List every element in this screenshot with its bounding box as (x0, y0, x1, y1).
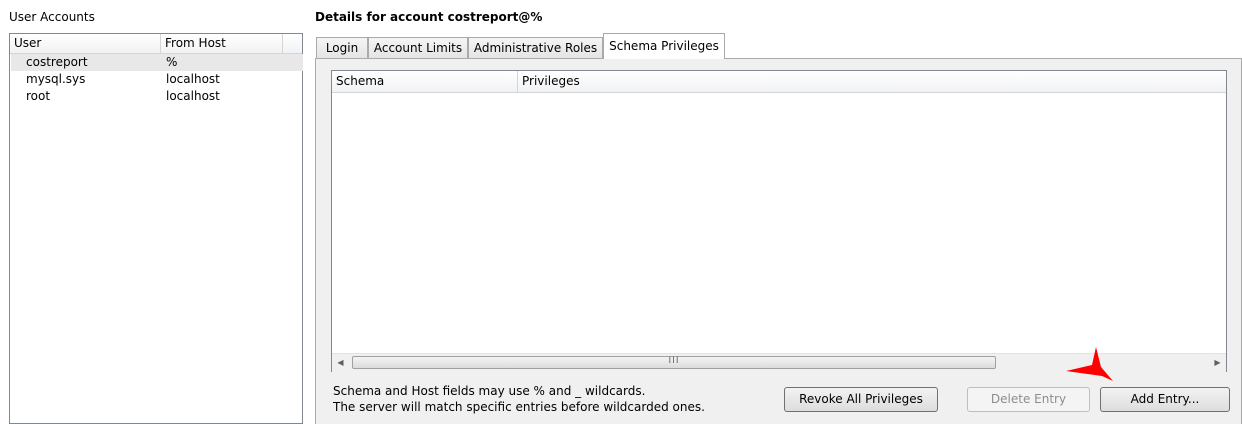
user-row[interactable]: costreport % (11, 54, 303, 71)
column-header-schema[interactable]: Schema (332, 71, 518, 92)
annotation-arrow-icon (1066, 347, 1113, 381)
revoke-all-privileges-button[interactable]: Revoke All Privileges (784, 387, 938, 412)
user-name: root (26, 89, 51, 103)
user-name: costreport (26, 55, 88, 69)
tab-schema-privileges[interactable]: Schema Privileges (603, 33, 725, 59)
user-host: % (166, 55, 178, 69)
scroll-thumb[interactable]: III (352, 356, 996, 369)
column-header-from-host[interactable]: From Host (161, 34, 283, 53)
scroll-left-icon[interactable]: ◀ (332, 354, 349, 372)
tab-administrative-roles[interactable]: Administrative Roles (468, 37, 603, 58)
wildcard-info-text-2: The server will match specific entries b… (333, 400, 705, 414)
user-host: localhost (166, 89, 220, 103)
tab-account-limits[interactable]: Account Limits (368, 37, 468, 58)
user-name: mysql.sys (26, 72, 86, 86)
schema-privileges-table[interactable]: Schema Privileges ◀ III ▶ (331, 70, 1227, 372)
user-host: localhost (166, 72, 220, 86)
column-header-user[interactable]: User (10, 34, 161, 53)
user-row[interactable]: root localhost (11, 88, 303, 105)
delete-entry-button[interactable]: Delete Entry (967, 387, 1090, 412)
user-list-header: User From Host (10, 34, 302, 54)
scroll-grip-icon: III (668, 356, 680, 366)
scroll-right-icon[interactable]: ▶ (1209, 354, 1226, 372)
wildcard-info-text: Schema and Host fields may use % and _ w… (333, 384, 646, 398)
tab-login[interactable]: Login (316, 37, 368, 58)
user-accounts-list[interactable]: User From Host costreport % mysql.sys lo… (9, 33, 303, 424)
details-title: Details for account costreport@% (315, 10, 543, 24)
column-header-privileges[interactable]: Privileges (518, 71, 1226, 92)
add-entry-button[interactable]: Add Entry... (1100, 387, 1230, 412)
user-row[interactable]: mysql.sys localhost (11, 71, 303, 88)
user-accounts-title: User Accounts (9, 10, 95, 24)
privileges-table-header: Schema Privileges (332, 71, 1226, 93)
